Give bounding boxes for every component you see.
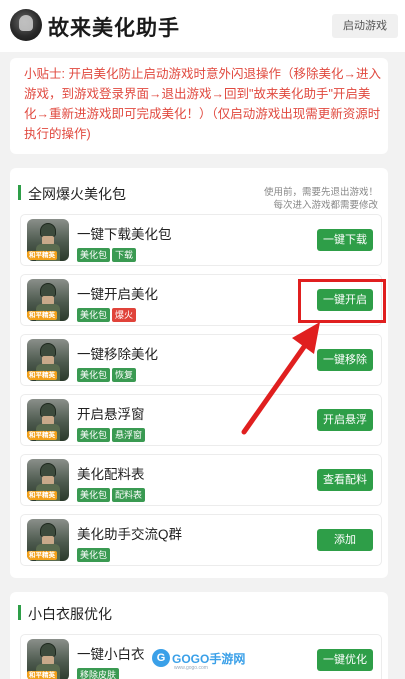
tip-card: 小贴士: 开启美化防止启动游戏时意外闪退操作（移除美化→进入游戏，到游戏登录界面…	[10, 58, 388, 154]
section-title: 小白衣服优化	[18, 604, 112, 624]
section-note: 使用前，需要先退出游戏！ 每次进入游戏都需要修改	[264, 186, 378, 212]
game-icon: 和平精英	[27, 459, 69, 501]
highlight-box	[298, 279, 386, 323]
tag: 移除皮肤	[77, 668, 120, 679]
list-item-title: 一键开启美化	[77, 287, 158, 302]
game-icon-badge: 和平精英	[27, 311, 57, 320]
tag: 下载	[112, 248, 137, 262]
game-icon: 和平精英	[27, 519, 69, 561]
section-beautify-pack: 全网爆火美化包 使用前，需要先退出游戏！ 每次进入游戏都需要修改 和平精英 一键…	[10, 168, 388, 578]
enable-float-window-button[interactable]: 开启悬浮	[317, 409, 373, 431]
page-title: 故来美化助手	[48, 17, 180, 40]
game-icon: 和平精英	[27, 639, 69, 679]
tag-group: 美化包 下载	[77, 245, 138, 263]
tag: 美化包	[77, 548, 111, 562]
section-title: 全网爆火美化包	[18, 184, 126, 204]
game-icon: 和平精英	[27, 399, 69, 441]
view-ingredients-button[interactable]: 查看配料	[317, 469, 373, 491]
list-item: 和平精英 一键移除美化 美化包 恢复 一键移除	[20, 334, 382, 386]
watermark-sub: www.gogo.com	[174, 665, 208, 671]
tag: 悬浮窗	[112, 428, 146, 442]
game-icon-badge: 和平精英	[27, 491, 57, 500]
game-icon-badge: 和平精英	[27, 371, 57, 380]
list-item-title: 一键小白衣	[77, 647, 145, 662]
remove-beautify-button[interactable]: 一键移除	[317, 349, 373, 371]
game-icon: 和平精英	[27, 279, 69, 321]
tag-group: 美化包 恢复	[77, 365, 138, 383]
optimize-button[interactable]: 一键优化	[317, 649, 373, 671]
tag-hot: 爆火	[112, 308, 137, 322]
game-icon-badge: 和平精英	[27, 671, 57, 679]
game-icon-badge: 和平精英	[27, 431, 57, 440]
list-item: 和平精英 美化配料表 美化包 配料表 查看配料	[20, 454, 382, 506]
tag-group: 美化包 爆火	[77, 305, 138, 323]
game-icon: 和平精英	[27, 339, 69, 381]
list-item-title: 一键移除美化	[77, 347, 158, 362]
list-item: 和平精英 一键下载美化包 美化包 下载 一键下载	[20, 214, 382, 266]
section-note-line: 每次进入游戏都需要修改	[273, 200, 378, 211]
list-item: 和平精英 美化助手交流Q群 美化包 添加	[20, 514, 382, 566]
tip-text: 小贴士: 开启美化防止启动游戏时意外闪退操作（移除美化→进入游戏，到游戏登录界面…	[24, 67, 381, 141]
list-item-title: 美化助手交流Q群	[77, 527, 183, 542]
tag: 美化包	[77, 488, 111, 502]
tag-group: 美化包	[77, 545, 112, 563]
section-note-line: 使用前，需要先退出游戏！	[263, 187, 378, 198]
list-item: 和平精英 开启悬浮窗 美化包 悬浮窗 开启悬浮	[20, 394, 382, 446]
tag-group: 移除皮肤	[77, 665, 121, 679]
list-item-title: 开启悬浮窗	[77, 407, 145, 422]
tag: 恢复	[112, 368, 137, 382]
tag: 美化包	[77, 428, 111, 442]
launch-game-button[interactable]: 启动游戏	[332, 14, 398, 38]
game-icon-badge: 和平精英	[27, 251, 57, 260]
list-item-title: 美化配料表	[77, 467, 145, 482]
game-icon-badge: 和平精英	[27, 551, 57, 560]
app-logo	[10, 9, 42, 41]
game-icon: 和平精英	[27, 219, 69, 261]
tag: 配料表	[112, 488, 146, 502]
tag-group: 美化包 配料表	[77, 485, 147, 503]
watermark: G GOGO手游网 www.gogo.com	[152, 649, 245, 671]
watermark-text: GOGO手游网	[172, 651, 246, 666]
tag: 美化包	[77, 368, 111, 382]
tag: 美化包	[77, 248, 111, 262]
download-pack-button[interactable]: 一键下载	[317, 229, 373, 251]
tag: 美化包	[77, 308, 111, 322]
add-group-button[interactable]: 添加	[317, 529, 373, 551]
list-item-title: 一键下载美化包	[77, 227, 172, 242]
app-header: 故来美化助手 启动游戏	[0, 0, 405, 52]
tag-group: 美化包 悬浮窗	[77, 425, 147, 443]
watermark-logo-icon: G	[152, 649, 170, 667]
